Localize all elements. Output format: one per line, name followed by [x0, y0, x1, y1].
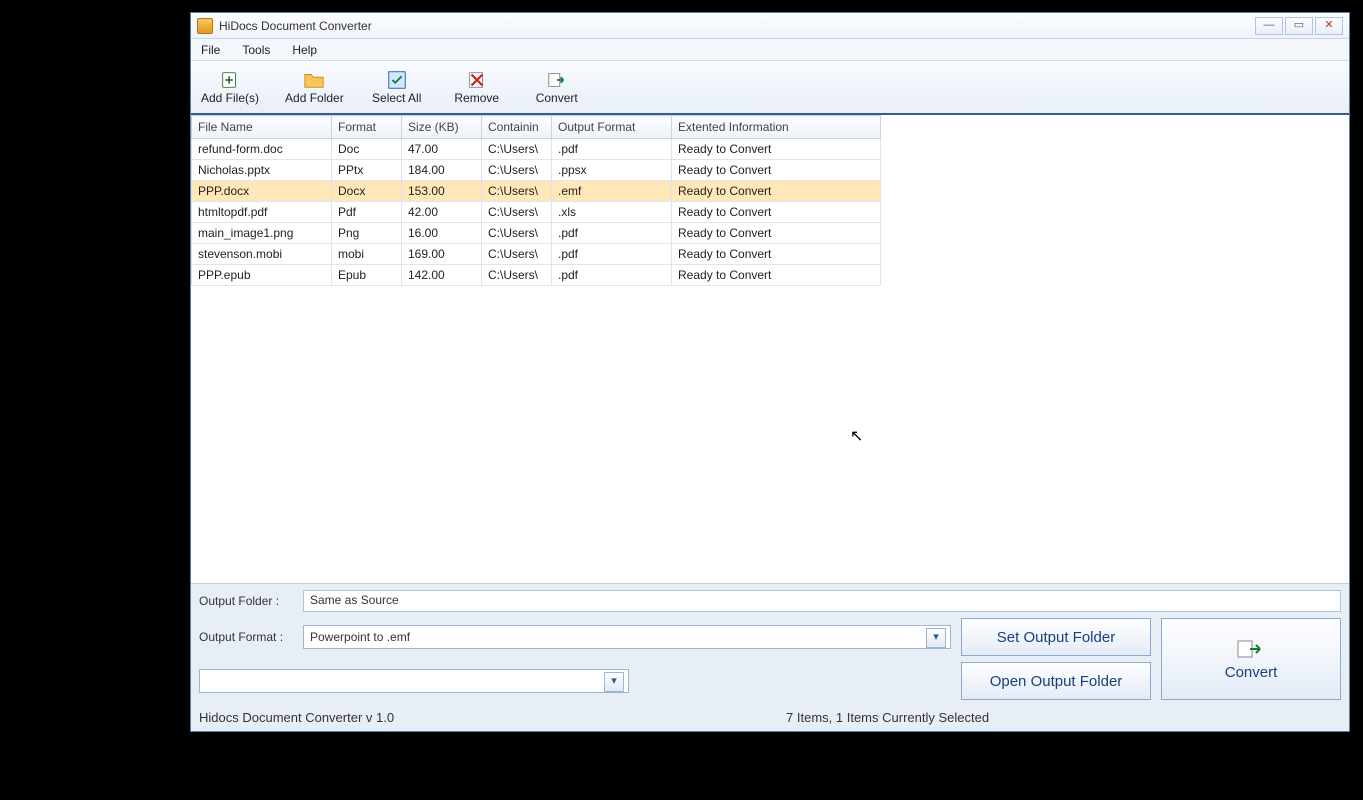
col-output-format[interactable]: Output Format: [552, 116, 672, 139]
window-title: HiDocs Document Converter: [219, 19, 372, 33]
convert-toolbutton[interactable]: Convert: [526, 67, 588, 107]
file-grid[interactable]: File Name Format Size (KB) Containin Out…: [191, 115, 1349, 583]
col-containing[interactable]: Containin: [482, 116, 552, 139]
app-icon: [197, 18, 213, 34]
convert-big-icon: [1236, 638, 1266, 660]
add-files-button[interactable]: Add File(s): [197, 67, 263, 107]
table-row[interactable]: PPP.docxDocx153.00C:\Users\.emfReady to …: [192, 181, 881, 202]
select-all-button[interactable]: Select All: [366, 67, 428, 107]
add-files-icon: [217, 69, 243, 91]
output-folder-input[interactable]: Same as Source: [303, 590, 1341, 612]
table-row[interactable]: Nicholas.pptxPPtx184.00C:\Users\.ppsxRea…: [192, 160, 881, 181]
status-counts: 7 Items, 1 Items Currently Selected: [434, 710, 1341, 725]
table-row[interactable]: main_image1.pngPng16.00C:\Users\.pdfRead…: [192, 223, 881, 244]
maximize-button[interactable]: ▭: [1285, 17, 1313, 35]
close-button[interactable]: ✕: [1315, 17, 1343, 35]
add-folder-button[interactable]: Add Folder: [281, 67, 348, 107]
version-label: Hidocs Document Converter v 1.0: [199, 710, 394, 725]
table-row[interactable]: htmltopdf.pdfPdf42.00C:\Users\.xlsReady …: [192, 202, 881, 223]
toolbar: Add File(s) Add Folder Select All Remove…: [191, 61, 1349, 115]
add-folder-icon: [301, 69, 327, 91]
menu-file[interactable]: File: [197, 41, 224, 59]
menu-tools[interactable]: Tools: [238, 41, 274, 59]
output-folder-label: Output Folder :: [199, 594, 295, 608]
table-row[interactable]: PPP.epubEpub142.00C:\Users\.pdfReady to …: [192, 265, 881, 286]
set-output-folder-button[interactable]: Set Output Folder: [961, 618, 1151, 656]
secondary-combo[interactable]: [199, 669, 629, 693]
output-format-label: Output Format :: [199, 630, 295, 644]
col-extended[interactable]: Extented Information: [672, 116, 881, 139]
bottom-panel: Output Folder : Same as Source Output Fo…: [191, 583, 1349, 731]
app-window: HiDocs Document Converter — ▭ ✕ File Too…: [190, 12, 1350, 732]
menu-help[interactable]: Help: [288, 41, 321, 59]
open-output-folder-button[interactable]: Open Output Folder: [961, 662, 1151, 700]
titlebar: HiDocs Document Converter — ▭ ✕: [191, 13, 1349, 39]
select-all-icon: [384, 69, 410, 91]
col-format[interactable]: Format: [332, 116, 402, 139]
table-row[interactable]: stevenson.mobimobi169.00C:\Users\.pdfRea…: [192, 244, 881, 265]
convert-button[interactable]: Convert: [1161, 618, 1341, 700]
table-row[interactable]: refund-form.docDoc47.00C:\Users\.pdfRead…: [192, 139, 881, 160]
remove-button[interactable]: Remove: [446, 67, 508, 107]
minimize-button[interactable]: —: [1255, 17, 1283, 35]
convert-icon: [544, 69, 570, 91]
remove-icon: [464, 69, 490, 91]
output-format-combo[interactable]: Powerpoint to .emf: [303, 625, 951, 649]
col-file-name[interactable]: File Name: [192, 116, 332, 139]
col-size[interactable]: Size (KB): [402, 116, 482, 139]
menubar: File Tools Help: [191, 39, 1349, 61]
